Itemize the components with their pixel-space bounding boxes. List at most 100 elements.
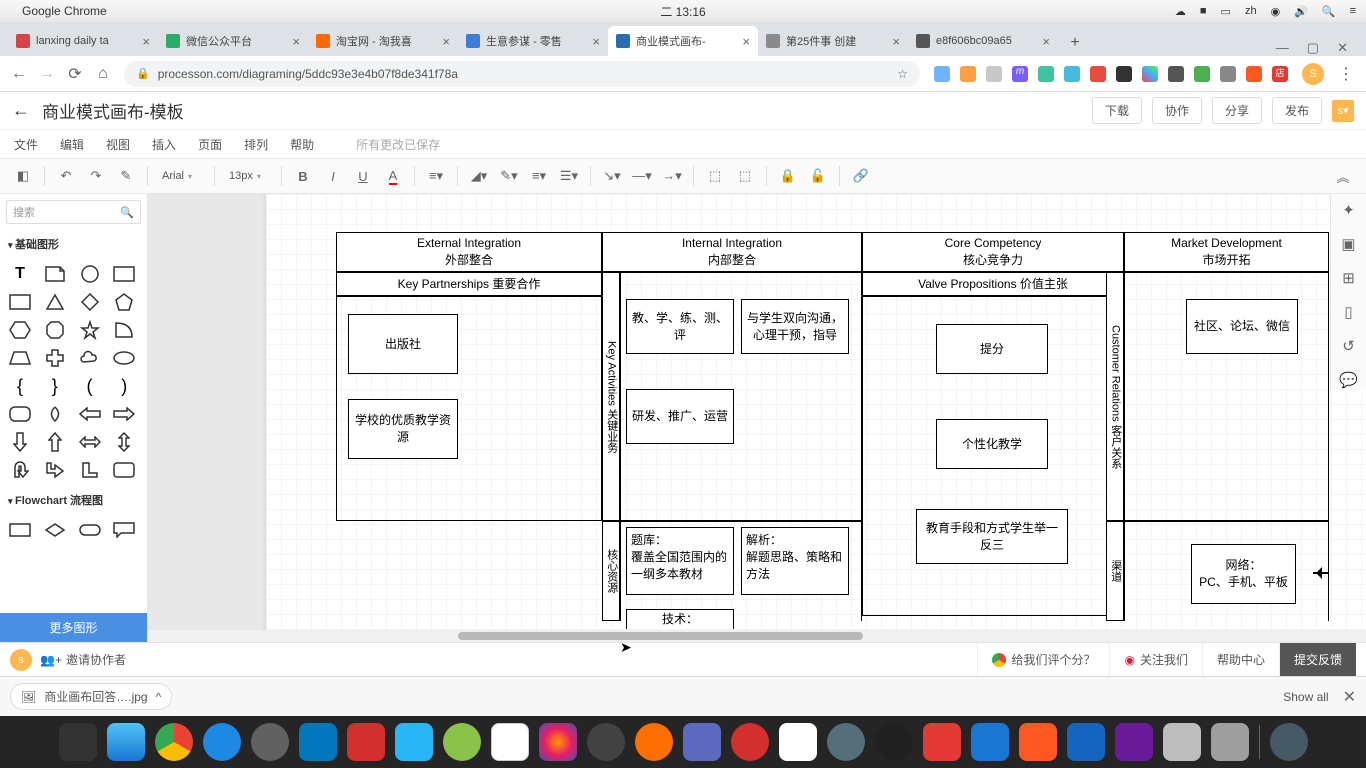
menu-arrange[interactable]: 排列: [244, 136, 268, 153]
stroke-color-button[interactable]: ✎▾: [496, 163, 522, 189]
dock-vscode[interactable]: [299, 723, 337, 761]
chevron-up-icon[interactable]: ^: [156, 690, 162, 704]
trapezoid-shape[interactable]: [6, 346, 34, 370]
ka-box-3[interactable]: 研发、推广、运营: [626, 389, 734, 444]
outline-icon[interactable]: ▣: [1339, 234, 1359, 254]
collapse-right-icon[interactable]: ︽: [1330, 163, 1356, 189]
kr-box-2[interactable]: 解析： 解题思路、策略和方法: [741, 527, 849, 595]
browser-tab[interactable]: e8f606bc09a65×: [908, 26, 1058, 56]
pentagon-shape[interactable]: [110, 290, 138, 314]
canvas[interactable]: External Integration外部整合 Internal Integr…: [148, 194, 1366, 642]
ellipse-shape[interactable]: [110, 346, 138, 370]
dock-appstore[interactable]: [203, 723, 241, 761]
bracket-l-shape[interactable]: (: [76, 374, 104, 398]
menu-edit[interactable]: 编辑: [60, 136, 84, 153]
dock-obs[interactable]: [875, 723, 913, 761]
vp-title[interactable]: Valve Propositions 价值主张: [862, 272, 1124, 296]
triangle-shape[interactable]: [41, 290, 69, 314]
maximize-button[interactable]: ▢: [1307, 40, 1319, 56]
front-button[interactable]: ⬚: [702, 163, 728, 189]
close-tab-icon[interactable]: ×: [742, 34, 750, 49]
select-tool[interactable]: ◧: [10, 163, 36, 189]
ext-icon[interactable]: [1142, 66, 1158, 82]
terminator-shape[interactable]: [76, 518, 104, 542]
arrow-lr-shape[interactable]: [76, 430, 104, 454]
menu-help[interactable]: 帮助: [290, 136, 314, 153]
rounded-rect-shape[interactable]: [6, 402, 34, 426]
bold-button[interactable]: B: [290, 163, 316, 189]
forward-button[interactable]: →: [34, 61, 60, 87]
user-badge[interactable]: s▾: [1332, 100, 1354, 122]
collab-avatar[interactable]: s: [10, 649, 32, 671]
camera-icon[interactable]: ■: [1200, 5, 1207, 17]
dock-calendar[interactable]: [491, 723, 529, 761]
cat-flowchart[interactable]: Flowchart 流程图: [0, 486, 147, 514]
battery-icon[interactable]: ▭: [1221, 5, 1231, 18]
ext-icon[interactable]: [1220, 66, 1236, 82]
bookmark-star-icon[interactable]: ☆: [897, 67, 908, 81]
cloud-icon[interactable]: ☁: [1175, 5, 1186, 18]
home-button[interactable]: ⌂: [90, 61, 116, 87]
line-width-button[interactable]: ☰▾: [556, 163, 582, 189]
browser-tab[interactable]: 淘宝网 - 淘我喜×: [308, 26, 458, 56]
menu-page[interactable]: 页面: [198, 136, 222, 153]
fontsize-select[interactable]: 13px▾: [223, 168, 273, 184]
close-tab-icon[interactable]: ×: [442, 34, 450, 49]
kp-box-1[interactable]: 出版社: [348, 314, 458, 374]
ka-box-2[interactable]: 与学生双向沟通，心理干预，指导: [741, 299, 849, 354]
chrome-menu-button[interactable]: ⋮: [1332, 64, 1360, 84]
ext-icon[interactable]: [934, 66, 950, 82]
dock-app9[interactable]: [827, 723, 865, 761]
rect-shape[interactable]: [110, 262, 138, 286]
menu-icon[interactable]: ≡: [1350, 5, 1356, 17]
circle-shape[interactable]: [76, 262, 104, 286]
unlock-button[interactable]: 🔓: [805, 163, 831, 189]
cr-side[interactable]: Customer Relations 客户关系: [1106, 272, 1124, 521]
dock-app11[interactable]: [1019, 723, 1057, 761]
link-button[interactable]: 🔗: [848, 163, 874, 189]
undo-button[interactable]: ↶: [53, 163, 79, 189]
dock-chrome[interactable]: [155, 723, 193, 761]
close-tab-icon[interactable]: ×: [1042, 34, 1050, 49]
dock-wine[interactable]: [1115, 723, 1153, 761]
dock-finder[interactable]: [107, 723, 145, 761]
uturn-shape[interactable]: [6, 458, 34, 482]
download-item[interactable]: 🖼 商业画布回答….jpg ^: [10, 683, 172, 710]
line-style-button[interactable]: ≡▾: [526, 163, 552, 189]
cloud-shape[interactable]: [76, 346, 104, 370]
dock-app13[interactable]: [1163, 723, 1201, 761]
card-shape[interactable]: [110, 458, 138, 482]
close-tab-icon[interactable]: ×: [292, 34, 300, 49]
comment-icon[interactable]: 💬: [1339, 370, 1359, 390]
ext-icon[interactable]: 店: [1272, 66, 1288, 82]
text-shape[interactable]: T: [6, 262, 34, 286]
format-painter[interactable]: ✎: [113, 163, 139, 189]
col-market[interactable]: Market Development市场开拓: [1124, 232, 1329, 272]
ka-box-1[interactable]: 教、学、练、测、评: [626, 299, 734, 354]
menu-insert[interactable]: 插入: [152, 136, 176, 153]
page-icon[interactable]: ▯: [1339, 302, 1359, 322]
arrow-button[interactable]: →▾: [659, 163, 685, 189]
rect2-shape[interactable]: [6, 290, 34, 314]
more-shapes-button[interactable]: 更多图形: [0, 613, 147, 642]
dock-app7[interactable]: [731, 723, 769, 761]
diamond-shape[interactable]: [76, 290, 104, 314]
url-input[interactable]: 🔒 processon.com/diagraming/5ddc93e3e4b07…: [124, 61, 920, 87]
rate-button[interactable]: 给我们评个分？: [977, 643, 1109, 677]
ext-icon[interactable]: [986, 66, 1002, 82]
dock-app3[interactable]: [443, 723, 481, 761]
vp-box-3[interactable]: 教育手段和方式学生举一反三: [916, 509, 1068, 564]
kr-side[interactable]: 核心资源: [602, 521, 620, 621]
underline-button[interactable]: U: [350, 163, 376, 189]
text-color-button[interactable]: A: [380, 163, 406, 189]
close-tab-icon[interactable]: ×: [592, 34, 600, 49]
fill-button[interactable]: ◢▾: [466, 163, 492, 189]
ext-icon[interactable]: [1038, 66, 1054, 82]
minimize-button[interactable]: —: [1276, 40, 1289, 56]
close-tab-icon[interactable]: ×: [142, 34, 150, 49]
document-title[interactable]: 商业模式画布-模板: [42, 98, 184, 123]
italic-button[interactable]: I: [320, 163, 346, 189]
font-select[interactable]: Arial▾: [156, 168, 206, 184]
dock-xmind[interactable]: [923, 723, 961, 761]
browser-tab[interactable]: 第25件事 创建×: [758, 26, 908, 56]
